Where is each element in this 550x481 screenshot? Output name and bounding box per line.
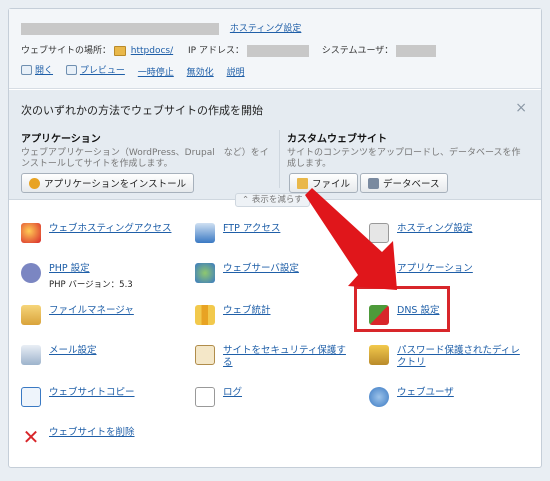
redacted-ip: [246, 44, 309, 57]
web-stats-link[interactable]: ウェブ統計: [223, 305, 271, 317]
delete-website-link[interactable]: ウェブサイトを削除: [49, 427, 135, 439]
open-icon: [21, 64, 32, 75]
custom-heading: カスタムウェブサイト: [287, 134, 387, 145]
preview-action[interactable]: プレビュー: [65, 63, 125, 76]
tool-applications[interactable]: アプリケーション: [369, 263, 473, 283]
website-copy-link[interactable]: ウェブサイトコピー: [49, 387, 135, 399]
custom-option: カスタムウェブサイト サイトのコンテンツをアップロードし、データベースを作 成し…: [287, 130, 521, 170]
php-version: PHP バージョン：5.3: [49, 280, 133, 290]
app-desc-2: ンストールしてサイトを作成します。: [21, 159, 173, 169]
stats-icon: [195, 305, 215, 325]
install-app-label: アプリケーションをインストール: [44, 179, 187, 190]
web-server-icon: [195, 263, 215, 283]
lock-folder-icon: [369, 345, 389, 365]
mail-icon: [21, 345, 41, 365]
password-dirs-link-2[interactable]: クトリ: [397, 357, 520, 369]
create-title: 次のいずれかの方法でウェブサイトの作成を開始: [21, 104, 263, 117]
website-panel: ホスティング設定 ウェブサイトの場所： httpdocs/ IP アドレス： シ…: [8, 8, 542, 468]
install-app-button[interactable]: アプリケーションをインストール: [21, 173, 195, 193]
tool-ftp-access[interactable]: FTP アクセス: [195, 223, 280, 243]
tool-file-manager[interactable]: ファイルマネージャ: [21, 305, 134, 325]
copy-icon: [21, 387, 41, 407]
site-location-label: ウェブサイトの場所：: [21, 46, 112, 56]
create-website-section: 次のいずれかの方法でウェブサイトの作成を開始 × アプリケーション ウェブアプリ…: [9, 90, 541, 207]
close-icon[interactable]: ×: [515, 100, 527, 116]
ftp-icon: [195, 223, 215, 243]
file-manager-link[interactable]: ファイルマネージャ: [49, 305, 134, 317]
file-button[interactable]: ファイル: [289, 173, 359, 193]
delete-icon: ✕: [22, 425, 40, 449]
site-location-link[interactable]: httpdocs/: [131, 46, 173, 56]
redacted-domain: [21, 22, 219, 35]
key-icon: [21, 223, 41, 243]
database-icon: [368, 177, 379, 189]
web-hosting-access-link[interactable]: ウェブホスティングアクセス: [49, 223, 171, 235]
web-server-settings-link[interactable]: ウェブサーバ設定: [223, 263, 299, 275]
collapse-label: 表示を減らす: [251, 195, 303, 205]
app-heading: アプリケーション: [21, 134, 101, 145]
php-icon: [21, 263, 41, 283]
password-dirs-link[interactable]: パスワード保護されたディレ: [397, 345, 520, 357]
secure-site-link-2[interactable]: る: [223, 357, 346, 369]
tool-website-copy[interactable]: ウェブサイトコピー: [21, 387, 135, 407]
open-link[interactable]: 開く: [35, 63, 53, 76]
database-label: データベース: [383, 179, 440, 190]
dns-highlight-box: [354, 286, 450, 332]
gear-icon: [29, 177, 40, 189]
database-button[interactable]: データベース: [360, 173, 448, 193]
open-action[interactable]: 開く: [21, 63, 53, 76]
suspend-action[interactable]: 一時停止: [138, 65, 174, 78]
web-users-link[interactable]: ウェブユーザ: [397, 387, 454, 399]
file-label: ファイル: [312, 179, 351, 190]
collapse-toggle[interactable]: ⌃ 表示を減らす: [235, 193, 310, 207]
folder-icon: [21, 305, 41, 325]
system-user-label: システムユーザ：: [321, 46, 394, 56]
description-action[interactable]: 説明: [227, 65, 245, 78]
applications-link[interactable]: アプリケーション: [397, 263, 473, 275]
folder-icon: [297, 177, 308, 189]
preview-icon: [65, 64, 77, 75]
ip-label: IP アドレス：: [188, 46, 244, 56]
secure-site-link[interactable]: サイトをセキュリティ保護す: [223, 345, 346, 357]
app-desc-1: ウェブアプリケーション（WordPress、Drupal など）をイ: [21, 148, 269, 158]
user-icon: [369, 387, 389, 407]
mail-settings-link[interactable]: メール設定: [49, 345, 97, 357]
tool-web-hosting-access[interactable]: ウェブホスティングアクセス: [21, 223, 171, 243]
divider: [279, 130, 280, 188]
folder-icon: [113, 45, 126, 56]
tool-php-settings[interactable]: PHP 設定 PHP バージョン：5.3: [21, 263, 133, 290]
disable-link[interactable]: 無効化: [187, 65, 214, 78]
custom-desc-2: 成します。: [287, 159, 332, 169]
ftp-access-link[interactable]: FTP アクセス: [223, 223, 280, 235]
certificate-icon: [195, 345, 215, 365]
suspend-link[interactable]: 一時停止: [138, 65, 174, 78]
logs-link[interactable]: ログ: [223, 387, 242, 399]
gear-icon: [369, 263, 389, 283]
tool-hosting-settings[interactable]: ホスティング設定: [369, 223, 472, 243]
hosting-settings-tool-link[interactable]: ホスティング設定: [397, 223, 472, 235]
preview-link[interactable]: プレビュー: [80, 63, 125, 76]
custom-desc-1: サイトのコンテンツをアップロードし、データベースを作: [287, 148, 521, 158]
tool-web-stats[interactable]: ウェブ統計: [195, 305, 271, 325]
description-link[interactable]: 説明: [227, 65, 245, 78]
domain-header: ホスティング設定 ウェブサイトの場所： httpdocs/ IP アドレス： シ…: [9, 9, 541, 89]
tool-logs[interactable]: ログ: [195, 387, 242, 407]
tool-mail-settings[interactable]: メール設定: [21, 345, 97, 365]
hosting-settings-link[interactable]: ホスティング設定: [230, 24, 301, 34]
php-settings-link[interactable]: PHP 設定: [49, 263, 133, 275]
tool-web-users[interactable]: ウェブユーザ: [369, 387, 454, 407]
redacted-user: [396, 44, 437, 57]
tool-web-server-settings[interactable]: ウェブサーバ設定: [195, 263, 299, 283]
disable-action[interactable]: 無効化: [187, 65, 214, 78]
app-option: アプリケーション ウェブアプリケーション（WordPress、Drupal など…: [21, 130, 269, 170]
log-icon: [195, 387, 215, 407]
tool-delete-website[interactable]: ✕ ウェブサイトを削除: [21, 427, 135, 447]
server-icon: [369, 223, 389, 243]
tool-secure-site[interactable]: サイトをセキュリティ保護す る: [195, 345, 346, 369]
tool-password-dirs[interactable]: パスワード保護されたディレ クトリ: [369, 345, 520, 369]
